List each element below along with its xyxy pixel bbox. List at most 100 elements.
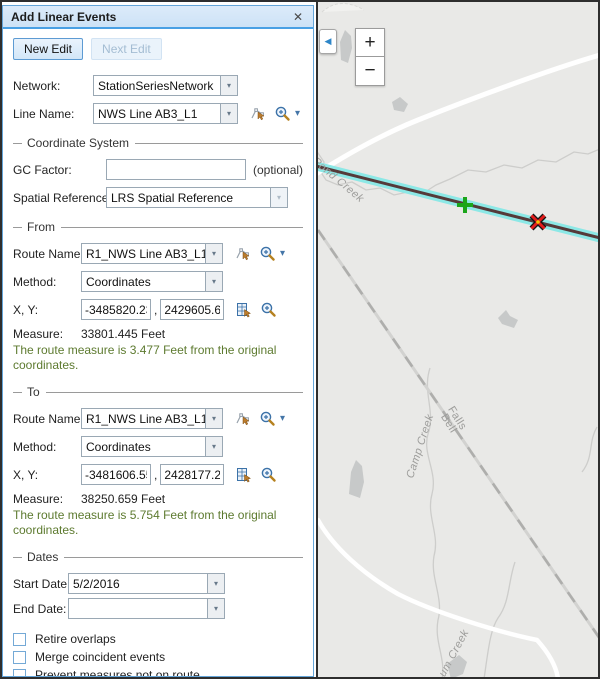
gc-factor-label: GC Factor:: [13, 163, 106, 177]
from-measure-row: Measure: 33801.445 Feet: [13, 327, 303, 341]
network-select[interactable]: StationSeriesNetwork ▾: [93, 75, 238, 96]
minus-icon: −: [364, 60, 375, 82]
from-measure-message: The route measure is 3.477 Feet from the…: [13, 343, 303, 373]
prevent-measures-label: Prevent measures not on route: [35, 668, 200, 676]
from-route-tools: ▾: [235, 245, 285, 262]
spatial-reference-label: Spatial Reference:: [13, 191, 106, 205]
prevent-measures-row[interactable]: Prevent measures not on route: [13, 668, 303, 676]
to-measure-label: Measure:: [13, 492, 81, 506]
select-on-map-icon[interactable]: [235, 411, 251, 427]
spatial-reference-value: LRS Spatial Reference: [107, 188, 270, 207]
to-x-input[interactable]: [81, 464, 151, 485]
network-row: Network: StationSeriesNetwork ▾: [13, 75, 303, 96]
retire-overlaps-checkbox[interactable]: [13, 633, 26, 646]
to-route-tools: ▾: [235, 410, 285, 427]
zoom-to-icon[interactable]: [260, 466, 277, 483]
xy-separator: ,: [154, 468, 157, 482]
line-name-label: Line Name:: [13, 107, 93, 121]
zoom-options-chevron-icon[interactable]: ▾: [295, 108, 300, 119]
line-name-row: Line Name: NWS Line AB3_L1 ▾: [13, 103, 303, 124]
end-date-row: End Date: ▾: [13, 598, 303, 619]
to-method-value: Coordinates: [82, 437, 205, 456]
chevron-down-icon[interactable]: ▾: [220, 76, 237, 95]
prevent-measures-checkbox[interactable]: [13, 669, 26, 677]
from-y-input[interactable]: [160, 299, 224, 320]
start-date-select[interactable]: 5/2/2016 ▾: [68, 573, 225, 594]
to-route-name-row: Route Name: R1_NWS Line AB3_L1 ▾: [13, 408, 303, 429]
chevron-down-icon[interactable]: ▾: [205, 437, 222, 456]
plus-icon: +: [364, 32, 375, 54]
zoom-out-button[interactable]: −: [355, 57, 385, 86]
pick-coordinates-icon[interactable]: [236, 467, 252, 483]
to-route-name-value: R1_NWS Line AB3_L1: [82, 409, 205, 428]
network-label: Network:: [13, 79, 93, 93]
contour-line: [322, 3, 364, 12]
add-linear-events-panel: Add Linear Events ✕ New Edit Next Edit N…: [2, 5, 314, 677]
railroad-line: [318, 230, 598, 662]
from-x-input[interactable]: [81, 299, 151, 320]
to-xy-row: X, Y: ,: [13, 464, 303, 485]
chevron-down-icon[interactable]: ▾: [205, 272, 222, 291]
edit-buttons-row: New Edit Next Edit: [13, 38, 303, 60]
merge-coincident-events-label: Merge coincident events: [35, 650, 165, 664]
to-section-label: To: [27, 385, 40, 399]
retire-overlaps-row[interactable]: Retire overlaps: [13, 632, 303, 646]
chevron-down-icon[interactable]: ▾: [205, 409, 222, 428]
add-linear-events-app: Pond Creek Camp Creek Falls Bell um Cree…: [0, 0, 600, 679]
collapse-left-icon: ◀: [325, 36, 332, 47]
map-viewport[interactable]: Pond Creek Camp Creek Falls Bell um Cree…: [316, 2, 598, 677]
spatial-reference-row: Spatial Reference: LRS Spatial Reference…: [13, 187, 303, 208]
chevron-down-icon[interactable]: ▾: [220, 104, 237, 123]
start-date-row: Start Date: 5/2/2016 ▾: [13, 573, 303, 594]
from-method-select[interactable]: Coordinates ▾: [81, 271, 223, 292]
to-route-name-select[interactable]: R1_NWS Line AB3_L1 ▾: [81, 408, 223, 429]
chevron-down-icon[interactable]: ▾: [205, 244, 222, 263]
xy-separator: ,: [154, 303, 157, 317]
to-xy-label: X, Y:: [13, 468, 81, 482]
end-date-label: End Date:: [13, 602, 68, 616]
end-date-select[interactable]: ▾: [68, 598, 225, 619]
select-on-map-icon[interactable]: [235, 246, 251, 262]
pick-coordinates-icon[interactable]: [236, 302, 252, 318]
zoom-to-icon[interactable]: [274, 105, 291, 122]
select-on-map-icon[interactable]: [250, 106, 266, 122]
from-measure-label: Measure:: [13, 327, 81, 341]
to-measure-row: Measure: 38250.659 Feet: [13, 492, 303, 506]
merge-coincident-events-row[interactable]: Merge coincident events: [13, 650, 303, 664]
zoom-to-icon[interactable]: [259, 410, 276, 427]
to-method-label: Method:: [13, 440, 81, 454]
new-edit-button[interactable]: New Edit: [13, 38, 83, 60]
line-name-tools: ▾: [250, 105, 300, 122]
zoom-in-button[interactable]: +: [355, 28, 385, 57]
collapse-panel-button[interactable]: ◀: [319, 29, 337, 54]
retire-overlaps-label: Retire overlaps: [35, 632, 116, 646]
chevron-down-icon[interactable]: ▾: [207, 574, 224, 593]
merge-coincident-events-checkbox[interactable]: [13, 651, 26, 664]
dates-section-label: Dates: [27, 550, 58, 564]
to-method-select[interactable]: Coordinates ▾: [81, 436, 223, 457]
pond-polygons: [340, 30, 518, 677]
from-route-name-select[interactable]: R1_NWS Line AB3_L1 ▾: [81, 243, 223, 264]
zoom-options-chevron-icon[interactable]: ▾: [280, 248, 285, 259]
start-date-label: Start Date:: [13, 577, 68, 591]
line-name-select[interactable]: NWS Line AB3_L1 ▾: [93, 103, 238, 124]
line-name-value: NWS Line AB3_L1: [94, 104, 220, 123]
to-y-input[interactable]: [160, 464, 224, 485]
spatial-reference-select[interactable]: LRS Spatial Reference ▾: [106, 187, 288, 208]
road-lines: [318, 55, 598, 677]
chevron-down-icon[interactable]: ▾: [207, 599, 224, 618]
gc-factor-input[interactable]: [106, 159, 246, 180]
chevron-down-icon: ▾: [270, 188, 287, 207]
from-separator: From: [13, 220, 303, 234]
from-route-name-label: Route Name:: [13, 247, 81, 261]
zoom-to-icon[interactable]: [260, 301, 277, 318]
from-method-label: Method:: [13, 275, 81, 289]
close-icon[interactable]: ✕: [291, 10, 305, 24]
zoom-control: + −: [355, 28, 385, 86]
start-date-value: 5/2/2016: [69, 574, 207, 593]
zoom-to-icon[interactable]: [259, 245, 276, 262]
zoom-options-chevron-icon[interactable]: ▾: [280, 413, 285, 424]
from-route-name-row: Route Name: R1_NWS Line AB3_L1 ▾: [13, 243, 303, 264]
dates-separator: Dates: [13, 550, 303, 564]
end-date-value: [69, 599, 207, 618]
